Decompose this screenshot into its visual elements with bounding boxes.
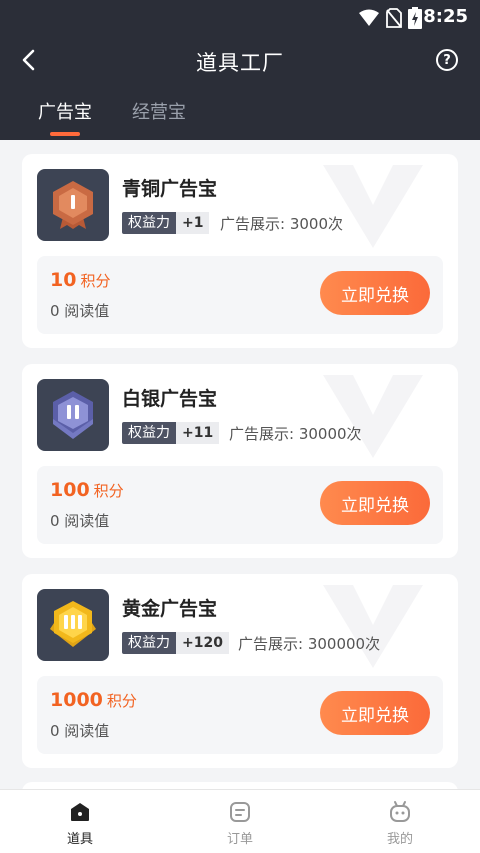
status-bar: 8:25 [0, 0, 480, 34]
card-title: 白银广告宝 [122, 388, 218, 410]
benefit-tag: 权益力 +1 [122, 212, 210, 234]
points-price: 10 积分 [50, 269, 110, 291]
orders-icon [230, 802, 250, 822]
benefit-tag: 权益力 +120 [122, 632, 229, 654]
nav-label: 订单 [226, 832, 253, 847]
points-price: 1000 积分 [50, 689, 137, 711]
card-list: 青铜广告宝 权益力 +1 广告展示: 3000次 10 积分 0 阅读值 立即兑换 [0, 140, 480, 790]
card-price-panel: 10 积分 0 阅读值 立即兑换 [37, 256, 443, 334]
tab-business-treasure[interactable]: 经营宝 [132, 98, 186, 136]
card-price-panel: 100 积分 0 阅读值 立即兑换 [37, 466, 443, 544]
points-price: 100 积分 [50, 479, 124, 501]
nav-item-profile[interactable]: 我的 [360, 800, 440, 847]
benefit-value: +120 [176, 632, 229, 654]
nav-item-orders[interactable]: 订单 [200, 800, 280, 847]
read-value: 0 阅读值 [50, 302, 110, 320]
battery-charging-icon [408, 7, 422, 29]
ad-display-count: 广告展示: 300000次 [238, 635, 381, 653]
watermark-logo-icon [323, 165, 423, 248]
no-sim-icon [386, 8, 402, 28]
benefit-label: 权益力 [122, 632, 176, 654]
nav-label: 道具 [66, 832, 93, 847]
card-price-panel: 1000 积分 0 阅读值 立即兑换 [37, 676, 443, 754]
points-number: 10 [50, 269, 77, 291]
profile-robot-icon [390, 801, 410, 822]
silver-badge-icon [37, 379, 109, 451]
points-number: 1000 [50, 689, 103, 711]
read-value: 0 阅读值 [50, 512, 110, 530]
wifi-icon [359, 9, 379, 26]
ad-display-count: 广告展示: 3000次 [220, 215, 343, 233]
status-time: 8:25 [423, 6, 468, 27]
tab-bar: 广告宝 经营宝 [38, 98, 186, 136]
bronze-badge-icon [37, 169, 109, 241]
ad-display-count: 广告展示: 30000次 [229, 425, 362, 443]
gold-badge-icon [37, 589, 109, 661]
benefit-value: +1 [176, 212, 210, 234]
redeem-button[interactable]: 立即兑换 [320, 691, 430, 735]
tab-ad-treasure[interactable]: 广告宝 [38, 98, 92, 136]
benefit-value: +11 [176, 422, 220, 444]
benefit-tag: 权益力 +11 [122, 422, 220, 444]
nav-label: 我的 [386, 832, 413, 847]
points-unit: 积分 [93, 482, 124, 500]
redeem-button[interactable]: 立即兑换 [320, 271, 430, 315]
points-number: 100 [50, 479, 90, 501]
help-circle-icon[interactable]: ? [436, 49, 458, 71]
card-title: 青铜广告宝 [122, 178, 218, 200]
product-card-bronze: 青铜广告宝 权益力 +1 广告展示: 3000次 10 积分 0 阅读值 立即兑换 [22, 154, 458, 348]
watermark-logo-icon [323, 585, 423, 668]
nav-item-tools[interactable]: 道具 [40, 800, 120, 847]
read-value: 0 阅读值 [50, 722, 110, 740]
watermark-logo-icon [323, 375, 423, 458]
bottom-nav-bar: 道具 订单 我的 [0, 789, 480, 853]
product-card-gold: 黄金广告宝 权益力 +120 广告展示: 300000次 1000 积分 0 阅读… [22, 574, 458, 768]
status-icons [358, 7, 422, 29]
benefit-label: 权益力 [122, 422, 176, 444]
product-card-silver: 白银广告宝 权益力 +11 广告展示: 30000次 100 积分 0 阅读值 立… [22, 364, 458, 558]
points-unit: 积分 [80, 272, 111, 290]
page-title: 道具工厂 [196, 51, 284, 75]
card-title: 黄金广告宝 [122, 598, 218, 620]
redeem-button[interactable]: 立即兑换 [320, 481, 430, 525]
benefit-label: 权益力 [122, 212, 176, 234]
app-header: 8:25 道具工厂 ? 广告宝 经营宝 [0, 0, 480, 140]
tools-home-icon [71, 803, 89, 821]
points-unit: 积分 [106, 692, 137, 710]
